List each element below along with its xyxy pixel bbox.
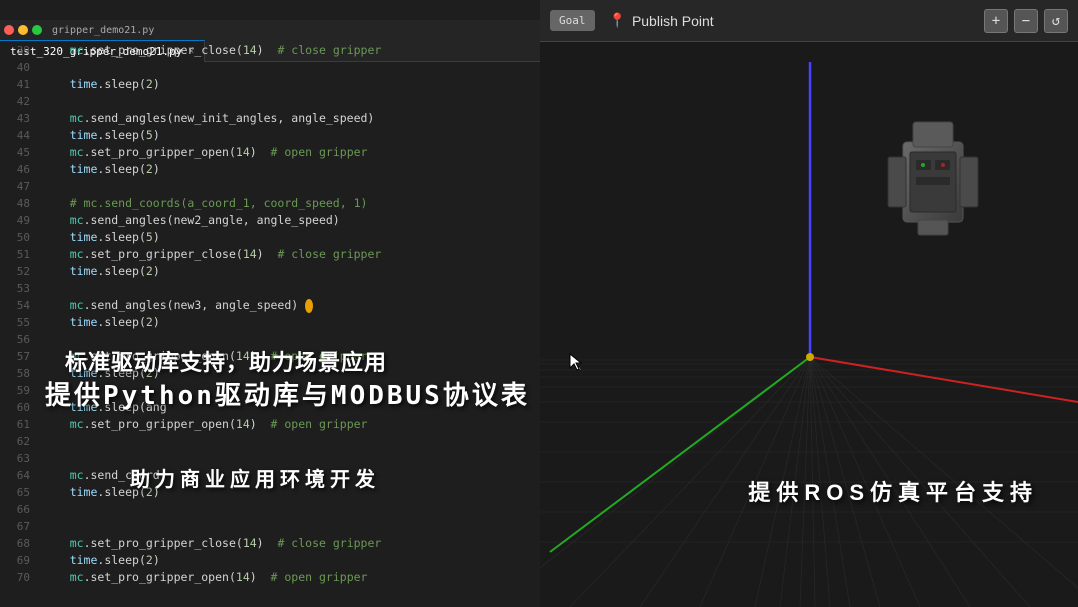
code-line-40: 40 (0, 59, 540, 76)
viewport-topbar: Goal 📍 Publish Point + − ↺ (540, 0, 1078, 42)
3d-viewport-panel: Goal 📍 Publish Point + − ↺ (540, 0, 1078, 607)
code-line-51: 51 mc.set_pro_gripper_close(14) # close … (0, 246, 540, 263)
code-line-66: 66 (0, 501, 540, 518)
code-line-53: 53 (0, 280, 540, 297)
code-line-54: 54 mc.send_angles(new3, angle_speed) (0, 297, 540, 314)
code-line-62: 62 (0, 433, 540, 450)
zoom-out-btn[interactable]: − (1014, 9, 1038, 33)
code-line-55: 55 time.sleep(2) (0, 314, 540, 331)
code-line-70: 70 mc.set_pro_gripper_open(14) # open gr… (0, 569, 540, 586)
code-line-42: 42 (0, 93, 540, 110)
code-line-68: 68 mc.set_pro_gripper_close(14) # close … (0, 535, 540, 552)
code-line-61: 61 mc.set_pro_gripper_open(14) # open gr… (0, 416, 540, 433)
code-line-63: 63 (0, 450, 540, 467)
code-line-50: 50 time.sleep(5) (0, 229, 540, 246)
code-line-41: 41 time.sleep(2) (0, 76, 540, 93)
viewport-goal-btn[interactable]: Goal (550, 10, 595, 31)
code-line-57: 57 mc.set_pro_gripper_open(14) # open gr… (0, 348, 540, 365)
code-line-69: 69 time.sleep(2) (0, 552, 540, 569)
code-line-44: 44 time.sleep(5) (0, 127, 540, 144)
code-lines: 39 mc.set_pro_gripper_close(14) # close … (0, 42, 540, 586)
code-editor-panel: gripper_demo21.py test_320_gripper_demo2… (0, 20, 540, 607)
code-line-64: 64 mc.send_coord (0, 467, 540, 484)
code-line-46: 46 time.sleep(2) (0, 161, 540, 178)
code-line-60: 60 time.sleep(ang (0, 399, 540, 416)
viewport-controls: + − ↺ (984, 9, 1068, 33)
zoom-in-btn[interactable]: + (984, 9, 1008, 33)
code-line-47: 47 (0, 178, 540, 195)
viewport-title: Publish Point (632, 13, 714, 29)
window-filename: gripper_demo21.py (52, 25, 154, 36)
code-line-59: 59 (0, 382, 540, 399)
code-area[interactable]: 39 mc.set_pro_gripper_close(14) # close … (0, 42, 540, 607)
3d-scene[interactable]: 提供ROS仿真平台支持 (540, 62, 1078, 607)
code-line-49: 49 mc.send_angles(new2_angle, angle_spee… (0, 212, 540, 229)
code-line-56: 56 (0, 331, 540, 348)
code-line-48: 48 # mc.send_coords(a_coord_1, coord_spe… (0, 195, 540, 212)
window-titlebar: gripper_demo21.py (0, 20, 540, 40)
code-line-45: 45 mc.set_pro_gripper_open(14) # open gr… (0, 144, 540, 161)
mouse-cursor-indicator (568, 352, 588, 376)
window-close-btn[interactable] (4, 25, 14, 35)
reset-view-btn[interactable]: ↺ (1044, 9, 1068, 33)
window-maximize-btn[interactable] (32, 25, 42, 35)
pin-icon: 📍 (609, 13, 626, 29)
code-line-67: 67 (0, 518, 540, 535)
code-line-65: 65 time.sleep(2) (0, 484, 540, 501)
robot-arm (868, 102, 998, 282)
code-line-52: 52 time.sleep(2) (0, 263, 540, 280)
viewport-title-area: 📍 Publish Point (609, 13, 714, 29)
code-line-39: 39 mc.set_pro_gripper_close(14) # close … (0, 42, 540, 59)
window-minimize-btn[interactable] (18, 25, 28, 35)
code-line-58: 58 time.sleep(2) (0, 365, 540, 382)
code-line-43: 43 mc.send_angles(new_init_angles, angle… (0, 110, 540, 127)
